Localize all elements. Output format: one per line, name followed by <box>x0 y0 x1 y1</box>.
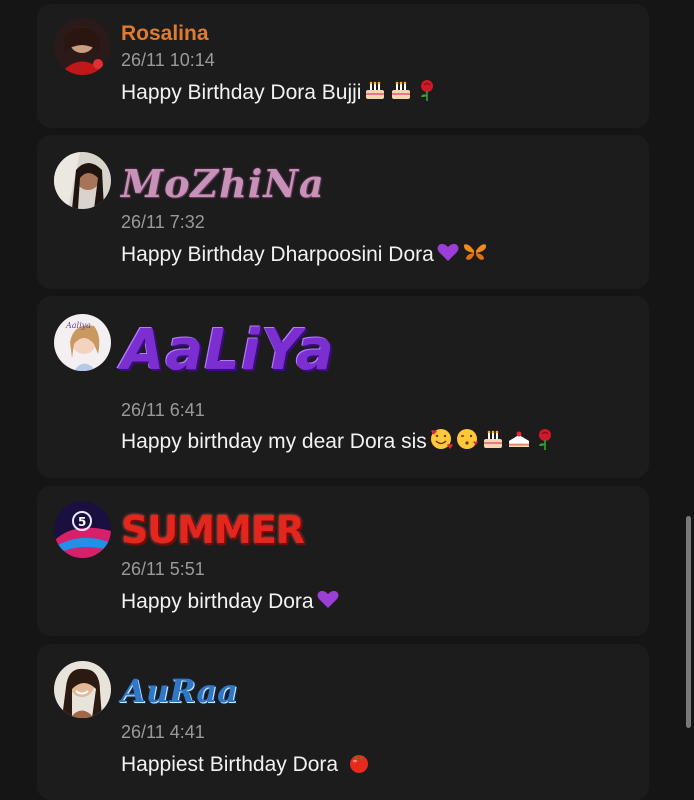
comment-card: MoZhiNa 26/11 7:32 Happy Birthday Dharpo… <box>37 135 649 289</box>
avatar[interactable] <box>54 18 111 75</box>
comment-text: Happy Birthday Dora Bujji <box>121 78 439 108</box>
smiling-face-hearts-icon <box>429 427 453 457</box>
scrollbar[interactable] <box>686 516 691 728</box>
birthday-cake-icon <box>389 78 413 108</box>
birthday-cake-icon <box>363 78 387 108</box>
birthday-cake-icon <box>481 427 505 457</box>
avatar[interactable]: Aaliya <box>54 314 111 371</box>
timestamp: 26/11 7:32 <box>121 212 205 232</box>
username[interactable]: AuRaa <box>121 672 238 710</box>
timestamp: 26/11 10:14 <box>121 50 215 70</box>
comment-body: Happy Birthday Dharpoosini Dora <box>121 243 434 266</box>
comment-text: Happiest Birthday Dora <box>121 750 372 780</box>
timestamp: 26/11 4:41 <box>121 722 205 742</box>
comment-text: Happy Birthday Dharpoosini Dora <box>121 240 488 270</box>
comment-card: Aaliya AaLiYa 26/11 6:41 Happy birthday … <box>37 296 649 478</box>
avatar[interactable]: 5 <box>54 501 111 558</box>
comment-text: Happy birthday my dear Dora sis <box>121 427 557 457</box>
username[interactable]: AaLiYa <box>121 318 335 383</box>
face-blowing-kiss-icon <box>455 427 479 457</box>
comment-card: 5 SUMMER 26/11 5:51 Happy birthday Dora <box>37 486 649 636</box>
comment-card: Rosalina 26/11 10:14 Happy Birthday Dora… <box>37 4 649 128</box>
avatar[interactable] <box>54 152 111 209</box>
username[interactable]: SUMMER <box>121 508 305 552</box>
timestamp: 26/11 6:41 <box>121 400 205 420</box>
svg-text:5: 5 <box>78 515 86 529</box>
avatar[interactable] <box>54 661 111 718</box>
comment-body: Happiest Birthday Dora <box>121 753 344 776</box>
comment-card: AuRaa 26/11 4:41 Happiest Birthday Dora <box>37 644 649 800</box>
svg-text:Aaliya: Aaliya <box>65 321 91 330</box>
rose-icon <box>415 78 439 108</box>
purple-heart-icon <box>316 587 340 617</box>
comment-body: Happy Birthday Dora Bujji <box>121 81 362 104</box>
tomato-icon <box>346 750 372 780</box>
username[interactable]: Rosalina <box>121 22 209 46</box>
butterfly-icon <box>462 240 488 270</box>
purple-heart-icon <box>436 240 460 270</box>
username[interactable]: MoZhiNa <box>121 161 325 206</box>
comment-body: Happy birthday Dora <box>121 590 314 613</box>
timestamp: 26/11 5:51 <box>121 559 205 579</box>
rose-icon <box>533 427 557 457</box>
shortcake-icon <box>507 427 531 457</box>
comment-feed: Rosalina 26/11 10:14 Happy Birthday Dora… <box>0 0 694 800</box>
comment-text: Happy birthday Dora <box>121 587 340 617</box>
comment-body: Happy birthday my dear Dora sis <box>121 430 427 453</box>
